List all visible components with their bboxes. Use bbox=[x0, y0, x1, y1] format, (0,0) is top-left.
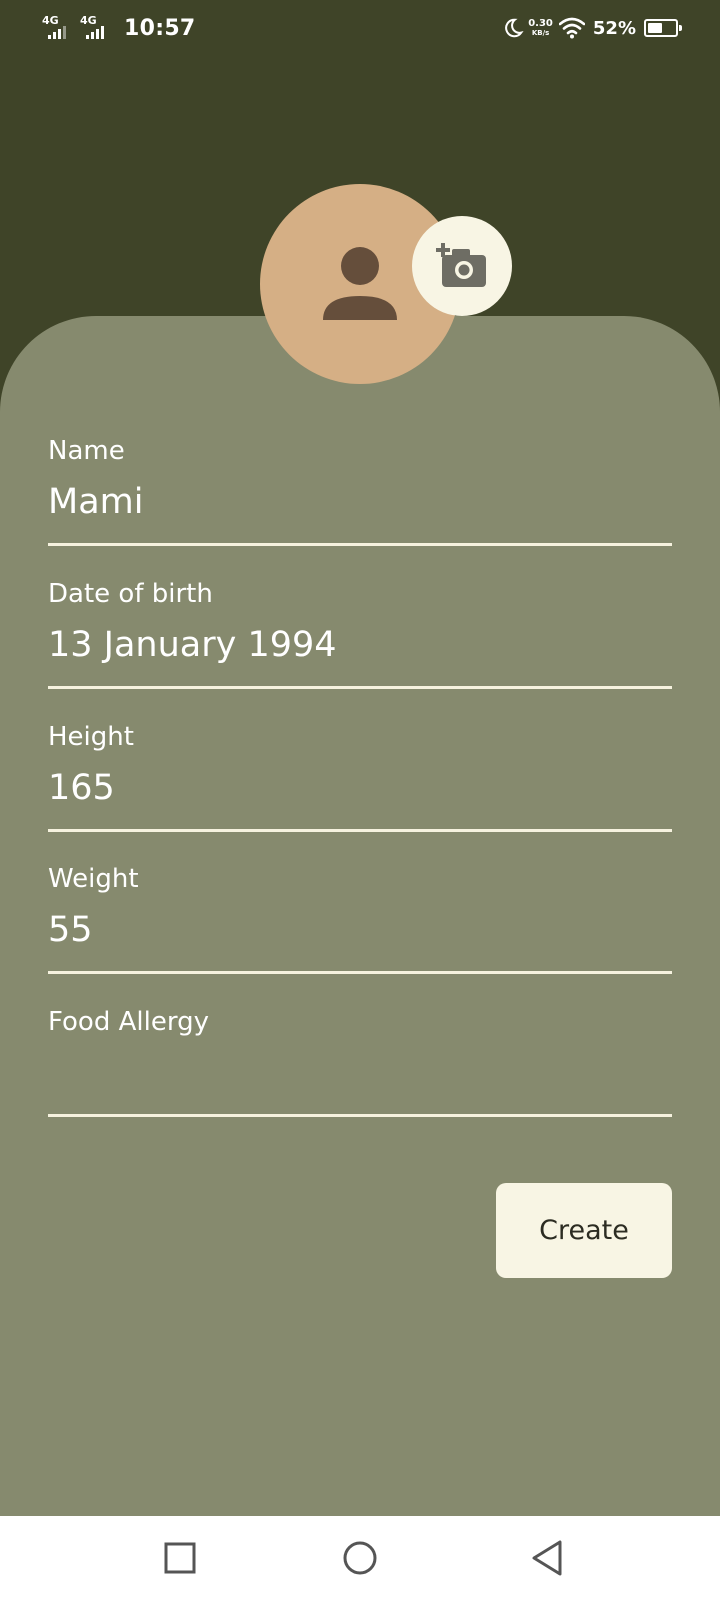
speed-value: 0.30 bbox=[528, 18, 553, 29]
dob-label: Date of birth bbox=[48, 579, 213, 609]
square-icon bbox=[164, 1542, 196, 1574]
status-right: 0.30 KB/s 52% bbox=[502, 12, 682, 44]
home-button[interactable] bbox=[336, 1534, 384, 1582]
create-button[interactable]: Create bbox=[496, 1183, 672, 1278]
name-label: Name bbox=[48, 436, 125, 466]
person-icon bbox=[323, 247, 397, 320]
speed-unit: KB/s bbox=[531, 29, 550, 37]
add-camera-icon bbox=[436, 243, 486, 287]
dob-input[interactable] bbox=[48, 621, 672, 669]
battery-nub bbox=[679, 25, 682, 31]
height-input[interactable] bbox=[48, 764, 672, 812]
status-bar: 4G 4G 10:57 0.30 KB/s 52% bbox=[0, 0, 720, 56]
moon-icon bbox=[505, 18, 524, 38]
battery-percent: 52% bbox=[592, 17, 636, 39]
wifi-icon bbox=[558, 17, 585, 39]
height-label: Height bbox=[48, 722, 134, 752]
recents-button[interactable] bbox=[156, 1534, 204, 1582]
food-allergy-label: Food Allergy bbox=[48, 1007, 209, 1037]
signal-2-icon: 4G bbox=[80, 14, 110, 42]
signal-bars-1 bbox=[48, 26, 68, 39]
clock: 10:57 bbox=[124, 15, 196, 41]
food-allergy-input[interactable] bbox=[48, 1049, 672, 1097]
circle-icon bbox=[343, 1541, 377, 1575]
weight-input[interactable] bbox=[48, 906, 672, 954]
weight-label: Weight bbox=[48, 864, 139, 894]
signal-1-icon: 4G bbox=[42, 14, 72, 42]
status-left: 4G 4G 10:57 bbox=[42, 12, 196, 44]
navigation-bar bbox=[0, 1516, 720, 1600]
battery-icon bbox=[644, 19, 682, 37]
name-field[interactable]: Name bbox=[48, 434, 672, 546]
battery-fill bbox=[648, 23, 662, 33]
food-allergy-field[interactable]: Food Allergy bbox=[48, 1005, 672, 1117]
weight-field[interactable]: Weight bbox=[48, 862, 672, 974]
back-button[interactable] bbox=[524, 1534, 572, 1582]
name-input[interactable] bbox=[48, 478, 672, 526]
height-field[interactable]: Height bbox=[48, 720, 672, 832]
triangle-back-icon bbox=[532, 1540, 562, 1576]
signal-bars-2 bbox=[86, 26, 106, 39]
network-speed: 0.30 KB/s bbox=[528, 18, 553, 38]
add-photo-button[interactable] bbox=[412, 216, 512, 316]
dob-field[interactable]: Date of birth bbox=[48, 577, 672, 689]
